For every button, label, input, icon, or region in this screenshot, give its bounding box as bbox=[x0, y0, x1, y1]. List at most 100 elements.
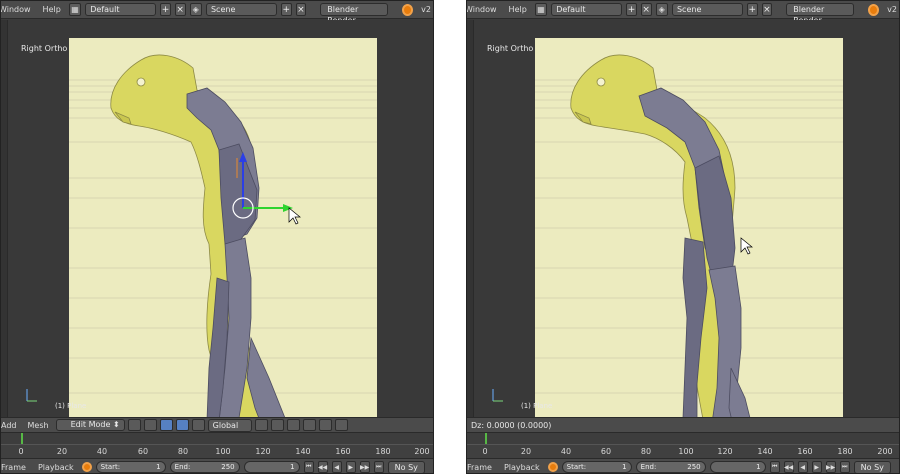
remove-scene-icon[interactable]: × bbox=[761, 3, 773, 16]
layout-selector[interactable]: Default bbox=[85, 3, 157, 16]
mouse-cursor bbox=[740, 237, 753, 255]
jump-start-icon[interactable]: ⏮ bbox=[769, 461, 780, 473]
sync-mode-select[interactable]: No Sy bbox=[387, 460, 425, 473]
screen-layout-icon[interactable]: ▦ bbox=[534, 3, 548, 16]
tick-label: 160 bbox=[797, 447, 813, 456]
menu-playback[interactable]: Playback bbox=[34, 463, 78, 472]
view-label: Right Ortho bbox=[21, 44, 68, 53]
sync-mode-select[interactable]: No Sy bbox=[853, 460, 891, 473]
axis-orientation-widget bbox=[26, 389, 37, 402]
active-object-label: (1) Plane bbox=[55, 402, 87, 410]
timeline[interactable]: 0 20 40 60 80 100 120 140 160 180 200 bbox=[1, 432, 433, 459]
info-header: Window Help ▦ Default + × ◈ Scene + × Bl… bbox=[1, 1, 433, 25]
timeline-footer: Frame Playback Start: 1 End: 250 1 ⏮ ◀◀ … bbox=[1, 458, 433, 473]
next-key-icon[interactable]: ▶▶ bbox=[825, 461, 836, 473]
timeline-footer: Frame Playback Start: 1 End: 250 1 ⏮ ◀◀ … bbox=[467, 458, 899, 473]
rotate-icon[interactable] bbox=[175, 419, 189, 431]
menu-help[interactable]: Help bbox=[39, 5, 65, 14]
tick-label: 20 bbox=[520, 447, 532, 456]
face-select-icon[interactable] bbox=[286, 419, 300, 431]
menu-frame[interactable]: Frame bbox=[467, 463, 496, 472]
orientation-label: Global bbox=[212, 420, 239, 430]
tick-label: 120 bbox=[255, 447, 271, 456]
scene-icon[interactable]: ◈ bbox=[655, 3, 668, 16]
mouse-cursor bbox=[288, 207, 301, 225]
remove-layout-icon[interactable]: × bbox=[174, 3, 186, 16]
current-frame-value: 1 bbox=[290, 463, 295, 471]
end-label: End: bbox=[174, 463, 191, 471]
3d-viewport[interactable]: Right Ortho (1) Plane bbox=[1, 20, 433, 417]
toolshelf-edge[interactable] bbox=[1, 20, 8, 417]
current-frame-field[interactable]: 1 bbox=[243, 461, 300, 473]
end-frame-field[interactable]: End: 250 bbox=[169, 461, 240, 473]
timeline[interactable]: 0 20 40 60 80 100 120 140 160 180 200 bbox=[467, 432, 899, 459]
render-engine-select[interactable]: Blender Render bbox=[786, 3, 855, 25]
pivot-icon[interactable] bbox=[143, 419, 157, 431]
snap-icon[interactable] bbox=[318, 419, 332, 431]
jump-start-icon[interactable]: ⏮ bbox=[303, 461, 314, 473]
add-layout-icon[interactable]: + bbox=[160, 3, 171, 16]
scene-selector[interactable]: Scene bbox=[671, 3, 743, 16]
screen-layout-icon[interactable]: ▦ bbox=[68, 3, 82, 16]
menu-playback[interactable]: Playback bbox=[500, 463, 544, 472]
next-key-icon[interactable]: ▶▶ bbox=[359, 461, 370, 473]
blender-logo-icon bbox=[402, 3, 414, 16]
mode-selector[interactable]: Edit Mode ⬍ bbox=[55, 419, 125, 431]
play-icon[interactable]: ▶ bbox=[345, 461, 356, 473]
timeline-ruler[interactable]: 0 20 40 60 80 100 120 140 160 180 200 bbox=[1, 444, 433, 459]
keying-icon[interactable] bbox=[547, 462, 558, 472]
start-label: Start: bbox=[566, 463, 587, 471]
add-scene-icon[interactable]: + bbox=[746, 3, 758, 16]
add-scene-icon[interactable]: + bbox=[280, 3, 292, 16]
play-icon[interactable]: ▶ bbox=[811, 461, 822, 473]
menu-window[interactable]: Window bbox=[1, 5, 35, 14]
scale-icon[interactable] bbox=[191, 419, 205, 431]
vertex-select-icon[interactable] bbox=[254, 419, 268, 431]
keying-icon[interactable] bbox=[81, 462, 92, 472]
jump-end-icon[interactable]: ⏭ bbox=[373, 461, 384, 473]
remove-scene-icon[interactable]: × bbox=[295, 3, 307, 16]
edge-select-icon[interactable] bbox=[270, 419, 284, 431]
scene-selector[interactable]: Scene bbox=[205, 3, 277, 16]
menu-frame[interactable]: Frame bbox=[1, 463, 30, 472]
blender-window-left: Window Help ▦ Default + × ◈ Scene + × Bl… bbox=[0, 0, 434, 474]
start-frame-field[interactable]: Start: 1 bbox=[561, 461, 632, 473]
scene-icon[interactable]: ◈ bbox=[189, 3, 202, 16]
transform-status-text: Dz: 0.0000 (0.0000) bbox=[471, 420, 552, 430]
menu-window[interactable]: Window bbox=[467, 5, 501, 14]
orientation-selector[interactable]: Global bbox=[207, 418, 252, 432]
end-frame-field[interactable]: End: 250 bbox=[635, 461, 706, 473]
shading-icon[interactable] bbox=[127, 419, 141, 431]
viewport-header: Dz: 0.0000 (0.0000) bbox=[467, 417, 899, 432]
play-reverse-icon[interactable]: ◀ bbox=[797, 461, 808, 473]
prev-key-icon[interactable]: ◀◀ bbox=[317, 461, 328, 473]
start-frame-field[interactable]: Start: 1 bbox=[95, 461, 166, 473]
play-reverse-icon[interactable]: ◀ bbox=[331, 461, 342, 473]
tick-label: 160 bbox=[335, 447, 351, 456]
render-engine-select[interactable]: Blender Render bbox=[320, 3, 389, 25]
translate-icon[interactable] bbox=[159, 419, 173, 431]
menu-add[interactable]: Add bbox=[1, 421, 21, 430]
timeline-ruler[interactable]: 0 20 40 60 80 100 120 140 160 180 200 bbox=[467, 444, 899, 459]
menu-mesh[interactable]: Mesh bbox=[24, 421, 53, 430]
jump-end-icon[interactable]: ⏭ bbox=[839, 461, 850, 473]
remove-layout-icon[interactable]: × bbox=[640, 3, 652, 16]
version-label: v2 bbox=[887, 5, 897, 14]
end-label: End: bbox=[640, 463, 657, 471]
proportional-icon[interactable] bbox=[302, 419, 316, 431]
current-frame-marker[interactable] bbox=[485, 433, 487, 444]
tick-label: 140 bbox=[295, 447, 311, 456]
version-label: v2 bbox=[421, 5, 431, 14]
tick-label: 60 bbox=[600, 447, 612, 456]
add-layout-icon[interactable]: + bbox=[626, 3, 637, 16]
prev-key-icon[interactable]: ◀◀ bbox=[783, 461, 794, 473]
layout-selector[interactable]: Default bbox=[551, 3, 623, 16]
render-preview-icon[interactable] bbox=[334, 419, 348, 431]
menu-help[interactable]: Help bbox=[505, 5, 531, 14]
current-frame-field[interactable]: 1 bbox=[709, 461, 766, 473]
tick-label: 180 bbox=[375, 447, 391, 456]
current-frame-marker[interactable] bbox=[21, 433, 23, 444]
toolshelf-edge[interactable] bbox=[467, 20, 474, 417]
scene-name: Scene bbox=[210, 5, 236, 14]
3d-viewport[interactable]: Right Ortho (1) Plane bbox=[467, 20, 899, 417]
